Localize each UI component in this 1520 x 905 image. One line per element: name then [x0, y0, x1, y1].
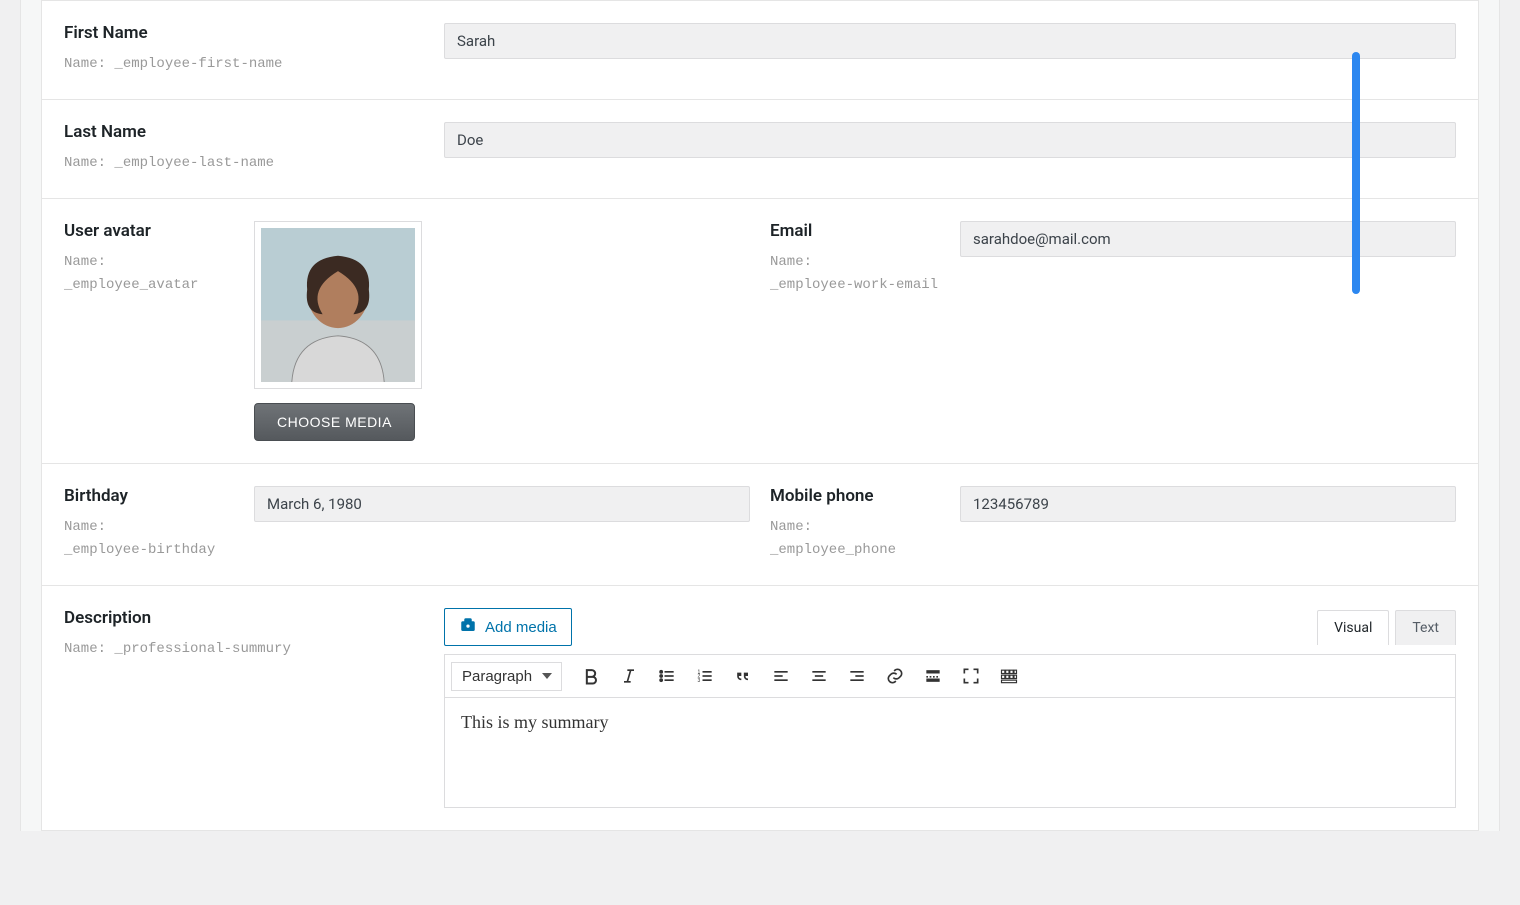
employee-meta-box: First Name Name: _employee-first-name La…	[41, 0, 1479, 831]
svg-text:3: 3	[698, 678, 701, 684]
format-select[interactable]: Paragraph	[451, 662, 562, 691]
bold-button[interactable]	[574, 659, 608, 693]
last-name-label: Last Name	[64, 122, 424, 142]
email-input[interactable]	[960, 221, 1456, 257]
choose-media-button[interactable]: CHOOSE MEDIA	[254, 403, 415, 441]
italic-button[interactable]	[612, 659, 646, 693]
toolbar-toggle-button[interactable]	[992, 659, 1026, 693]
align-center-button[interactable]	[802, 659, 836, 693]
blockquote-button[interactable]	[726, 659, 760, 693]
editor-tab-text[interactable]: Text	[1395, 610, 1456, 645]
scrollbar-thumb[interactable]	[1352, 52, 1360, 294]
birthday-phone-row: Birthday Name: _employee-birthday Mobile…	[42, 464, 1478, 587]
link-button[interactable]	[878, 659, 912, 693]
first-name-row: First Name Name: _employee-first-name	[42, 1, 1478, 100]
description-row: Description Name: _professional-summury	[42, 586, 1478, 830]
align-left-button[interactable]	[764, 659, 798, 693]
last-name-input[interactable]	[444, 122, 1456, 158]
description-label: Description	[64, 608, 424, 628]
email-meta: Name: _employee-work-email	[770, 251, 940, 299]
editor-toolbar: Paragraph 123	[444, 654, 1456, 698]
add-media-button[interactable]: Add media	[444, 608, 572, 646]
first-name-input[interactable]	[444, 23, 1456, 59]
fullscreen-button[interactable]	[954, 659, 988, 693]
editor-tab-visual[interactable]: Visual	[1317, 610, 1389, 645]
avatar-email-row: User avatar Name: _employee_avatar	[42, 199, 1478, 464]
phone-input[interactable]	[960, 486, 1456, 522]
description-meta: Name: _professional-summury	[64, 638, 424, 662]
editor-content[interactable]: This is my summary	[444, 698, 1456, 808]
last-name-row: Last Name Name: _employee-last-name	[42, 100, 1478, 199]
numbered-list-button[interactable]: 123	[688, 659, 722, 693]
phone-label: Mobile phone	[770, 486, 940, 506]
birthday-input[interactable]	[254, 486, 750, 522]
align-right-button[interactable]	[840, 659, 874, 693]
phone-meta: Name: _employee_phone	[770, 516, 940, 564]
insert-more-button[interactable]	[916, 659, 950, 693]
first-name-meta: Name: _employee-first-name	[64, 53, 424, 77]
avatar-image	[261, 228, 415, 382]
avatar-meta: Name: _employee_avatar	[64, 251, 234, 299]
avatar-label: User avatar	[64, 221, 234, 241]
wysiwyg-editor: Add media Visual Text Paragraph	[444, 608, 1456, 808]
email-label: Email	[770, 221, 940, 241]
bullet-list-button[interactable]	[650, 659, 684, 693]
last-name-meta: Name: _employee-last-name	[64, 152, 424, 176]
birthday-meta: Name: _employee-birthday	[64, 516, 234, 564]
camera-icon	[459, 616, 477, 638]
avatar-preview[interactable]	[254, 221, 422, 389]
birthday-label: Birthday	[64, 486, 234, 506]
first-name-label: First Name	[64, 23, 424, 43]
